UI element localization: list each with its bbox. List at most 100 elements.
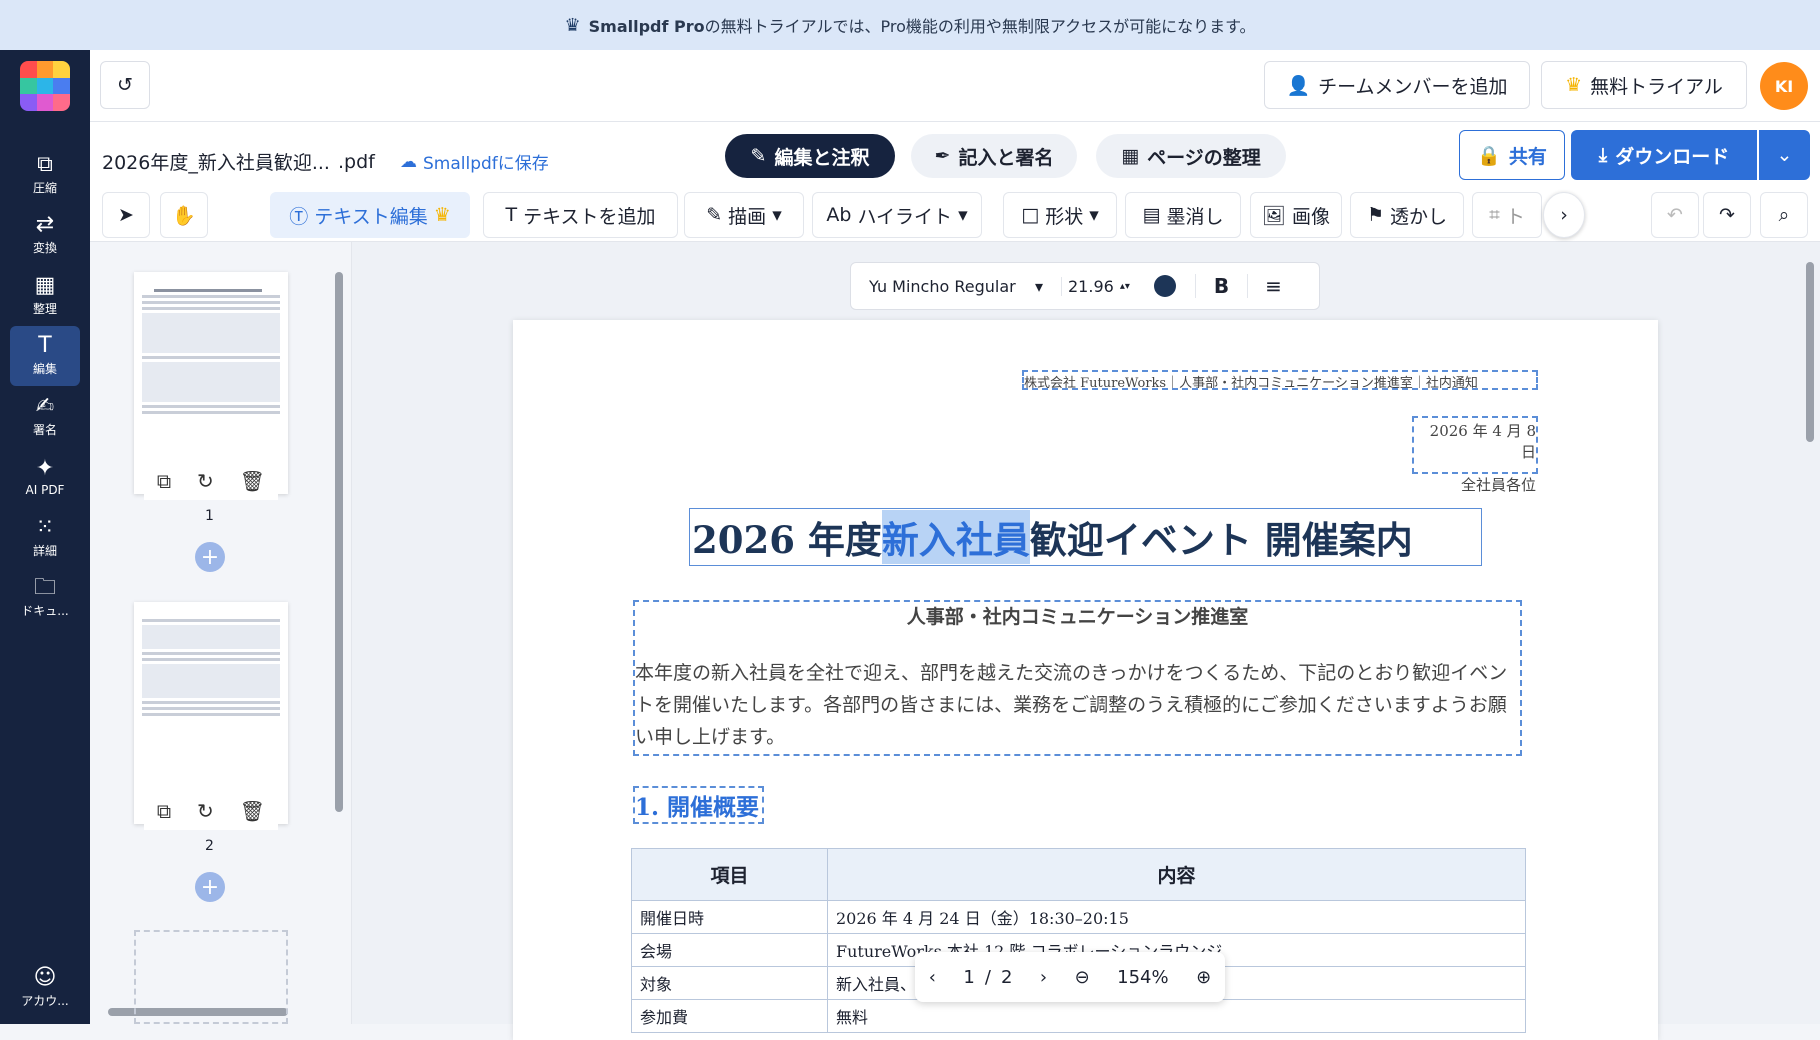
insert-page-button[interactable]: +: [195, 542, 225, 572]
align-button[interactable]: ≡: [1247, 274, 1299, 298]
overview-table: 項目 内容 開催日時 2026 年 4 月 24 日（金）18:30–20:15 会…: [631, 848, 1526, 1033]
nav-edit[interactable]: T 編集: [10, 326, 80, 386]
tool-label: 描画: [728, 205, 767, 228]
nav-account[interactable]: ☺ アカウ...: [10, 958, 80, 1018]
zoom-out-icon[interactable]: ⊖: [1075, 967, 1090, 988]
font-size-stepper[interactable]: 21.96 ▴▾: [1061, 276, 1135, 296]
page-number-2: 2: [205, 838, 214, 854]
share-button[interactable]: 🔒 共有: [1459, 130, 1565, 180]
select-tool[interactable]: ➤: [102, 192, 150, 238]
tab-fill-sign[interactable]: ✒ 記入と署名: [911, 134, 1077, 178]
undo-button[interactable]: ↶: [1651, 192, 1699, 238]
table-cell[interactable]: 無料: [827, 999, 1526, 1033]
date-block[interactable]: 2026 年 4 月 8 日 全社員各位: [1412, 416, 1538, 494]
crop-icon: ⌗: [1489, 204, 1500, 226]
rotate-icon[interactable]: ↻: [197, 799, 214, 823]
chevron-down-icon: ▾: [772, 204, 782, 226]
search-button[interactable]: ⌕: [1760, 192, 1808, 238]
rotate-icon[interactable]: ↻: [197, 469, 214, 493]
tab-organize-pages[interactable]: ▦ ページの整理: [1096, 134, 1286, 178]
download-options-button[interactable]: ⌄: [1759, 130, 1810, 180]
table-cell[interactable]: 2026 年 4 月 24 日（金）18:30–20:15: [827, 900, 1526, 934]
pan-tool[interactable]: ✋: [160, 192, 208, 238]
free-trial-label: 無料トライアル: [1590, 75, 1723, 98]
nav-sign[interactable]: ✍ 署名: [10, 387, 80, 447]
banner-brand: Smallpdf Pro: [588, 17, 705, 36]
nav-label: 変換: [32, 241, 57, 255]
table-cell[interactable]: 対象: [631, 966, 828, 1000]
promo-banner[interactable]: ♛ Smallpdf Proの無料トライアルでは、Pro機能の利用や無制限アクセ…: [0, 0, 1820, 50]
redact-tool[interactable]: ▤ 墨消し: [1125, 192, 1241, 238]
current-page[interactable]: 1: [963, 967, 974, 988]
page-title[interactable]: 2026 年度 新入社員 歓迎イベント 開催案内: [689, 508, 1482, 566]
highlight-icon: Ab: [826, 204, 852, 226]
canvas-scrollbar[interactable]: [1806, 262, 1814, 442]
nav-convert[interactable]: ⇄ 変換: [10, 205, 80, 265]
color-picker[interactable]: [1135, 275, 1195, 297]
nav-documents[interactable]: 🗀 ドキュ...: [10, 568, 80, 628]
trash-icon[interactable]: 🗑: [240, 799, 265, 823]
add-text-tool[interactable]: T テキストを追加: [483, 192, 678, 238]
thumbnail-actions: ⧉ ↻ 🗑: [144, 792, 278, 830]
tool-label: 形状: [1045, 205, 1084, 228]
table-header: 項目: [631, 848, 828, 901]
trash-icon[interactable]: 🗑: [240, 469, 265, 493]
cloud-icon: ☁: [400, 151, 417, 172]
file-name[interactable]: 2026年度_新入社員歓迎... .pdf: [102, 148, 375, 175]
table-cell[interactable]: 開催日時: [631, 900, 828, 934]
next-page-icon[interactable]: ›: [1040, 967, 1047, 988]
nav-organize[interactable]: ▦ 整理: [10, 266, 80, 326]
nav-more[interactable]: ⁙ 詳細: [10, 508, 80, 568]
chevron-right-icon: ›: [1560, 204, 1568, 226]
app-logo[interactable]: [20, 61, 70, 111]
zoom-in-icon[interactable]: ⊕: [1196, 967, 1211, 988]
duplicate-icon[interactable]: ⧉: [157, 799, 171, 823]
share-label: 共有: [1508, 145, 1547, 168]
nav-label: 詳細: [32, 544, 57, 558]
toolbar-scroll-right[interactable]: ›: [1543, 192, 1585, 238]
insert-page-button[interactable]: +: [195, 872, 225, 902]
avatar[interactable]: KI: [1760, 62, 1808, 110]
department-text: 人事部・社内コミュニケーション推進室: [906, 606, 1249, 628]
redact-icon: ▤: [1142, 204, 1161, 226]
page-thumbnail-2[interactable]: [134, 602, 288, 824]
nav-label: 整理: [32, 302, 57, 316]
nav-compress[interactable]: ⧉ 圧縮: [10, 145, 80, 205]
add-member-button[interactable]: 👤 チームメンバーを追加: [1264, 61, 1530, 109]
font-select[interactable]: Yu Mincho Regular ▾: [851, 277, 1061, 296]
total-pages: 2: [1000, 966, 1013, 988]
title-selected: 新入社員: [881, 510, 1030, 564]
watermark-tool[interactable]: ⚑ 透かし: [1350, 192, 1464, 238]
highlight-tool[interactable]: Ab ハイライト ▾: [812, 192, 982, 238]
image-tool[interactable]: 🖼 画像: [1250, 192, 1342, 238]
drop-zone[interactable]: [134, 930, 288, 1024]
header-text[interactable]: 株式会社 FutureWorks｜人事部・社内コミュニケーション推進室｜社内通知: [1022, 370, 1538, 390]
page-thumbnail-1[interactable]: [134, 272, 288, 494]
zoom-level[interactable]: 154%: [1117, 967, 1168, 988]
shape-tool[interactable]: □ 形状 ▾: [1003, 192, 1117, 238]
page-number-1: 1: [205, 508, 214, 524]
table-row: 参加費 無料: [631, 999, 1526, 1033]
redo-button[interactable]: ↷: [1703, 192, 1751, 238]
text-edit-tool[interactable]: Ⓣ テキスト編集 ♛: [270, 192, 470, 238]
download-icon: ⤓: [1598, 144, 1608, 166]
download-button[interactable]: ⤓ ダウンロード: [1571, 130, 1757, 180]
table-cell[interactable]: 会場: [631, 933, 828, 967]
duplicate-icon[interactable]: ⧉: [157, 469, 171, 493]
prev-page-icon[interactable]: ‹: [929, 967, 936, 988]
bold-button[interactable]: B: [1195, 274, 1247, 298]
tab-edit-annotate[interactable]: ✎ 編集と注釈: [725, 134, 895, 178]
thumbnail-actions: ⧉ ↻ 🗑: [144, 462, 278, 500]
crop-tool[interactable]: ⌗ ト: [1472, 192, 1542, 238]
draw-tool[interactable]: ✎ 描画 ▾: [684, 192, 804, 238]
section-heading[interactable]: 1. 開催概要: [633, 786, 764, 824]
free-trial-button[interactable]: ♛ 無料トライアル: [1541, 61, 1747, 109]
pen-nib-icon: ✒: [934, 145, 951, 167]
save-to-smallpdf-link[interactable]: ☁ Smallpdfに保存: [400, 149, 549, 175]
thumbnail-scrollbar[interactable]: [335, 272, 343, 812]
tool-label: テキスト編集: [314, 205, 428, 228]
undo-history-button[interactable]: ↺: [100, 61, 150, 109]
table-cell[interactable]: 参加費: [631, 999, 828, 1033]
nav-ai[interactable]: ✦ AI PDF: [10, 447, 80, 507]
intro-block[interactable]: 人事部・社内コミュニケーション推進室 本年度の新入社員を全社で迎え、部門を越えた…: [633, 600, 1522, 756]
